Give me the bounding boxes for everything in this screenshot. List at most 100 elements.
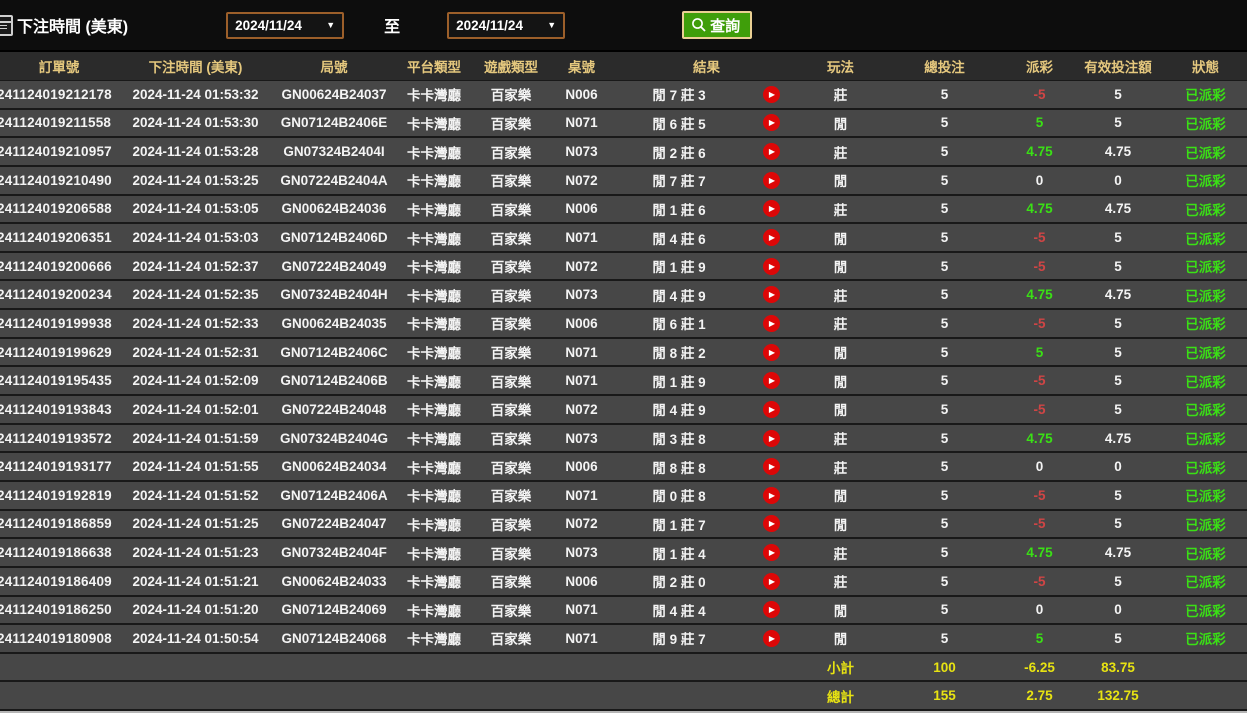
table-row: 241124019195435 2024-11-24 01:52:09 GN07… xyxy=(0,367,1247,396)
round-number: GN07124B2406C xyxy=(273,345,395,360)
bet-time: 2024-11-24 01:52:35 xyxy=(118,287,273,302)
total-bet: 5 xyxy=(882,316,1007,331)
replay-button[interactable]: ▶ xyxy=(744,487,799,504)
table-number: N006 xyxy=(549,87,614,102)
order-number: 241124019193177 xyxy=(0,459,118,474)
play-icon: ▶ xyxy=(763,344,780,361)
game-type: 百家樂 xyxy=(473,428,549,448)
play-type: 閒 xyxy=(799,514,882,534)
replay-button[interactable]: ▶ xyxy=(744,430,799,447)
chevron-down-icon: ▼ xyxy=(326,20,335,30)
play-icon: ▶ xyxy=(763,544,780,561)
round-number: GN07224B24047 xyxy=(273,516,395,531)
replay-button[interactable]: ▶ xyxy=(744,114,799,131)
table-number: N006 xyxy=(549,316,614,331)
replay-button[interactable]: ▶ xyxy=(744,544,799,561)
game-type: 百家樂 xyxy=(473,142,549,162)
status-badge: 已派彩 xyxy=(1164,256,1247,276)
play-icon: ▶ xyxy=(763,430,780,447)
play-type: 莊 xyxy=(799,457,882,477)
replay-button[interactable]: ▶ xyxy=(744,229,799,246)
replay-button[interactable]: ▶ xyxy=(744,515,799,532)
play-icon: ▶ xyxy=(763,515,780,532)
play-type: 莊 xyxy=(799,313,882,333)
platform-type: 卡卡灣廳 xyxy=(395,84,473,104)
result: 閒 1 莊 9 xyxy=(614,256,744,276)
replay-button[interactable]: ▶ xyxy=(744,372,799,389)
order-number: 241124019210957 xyxy=(0,144,118,159)
order-number: 241124019186409 xyxy=(0,574,118,589)
status-badge: 已派彩 xyxy=(1164,84,1247,104)
round-number: GN00624B24034 xyxy=(273,459,395,474)
game-type: 百家樂 xyxy=(473,228,549,248)
replay-button[interactable]: ▶ xyxy=(744,143,799,160)
order-number: 241124019192819 xyxy=(0,488,118,503)
platform-type: 卡卡灣廳 xyxy=(395,428,473,448)
payout: -5 xyxy=(1007,259,1072,274)
bet-time: 2024-11-24 01:51:52 xyxy=(118,488,273,503)
play-type: 莊 xyxy=(799,543,882,563)
date-to-select[interactable]: 2024/11/24 ▼ xyxy=(447,12,565,39)
replay-button[interactable]: ▶ xyxy=(744,86,799,103)
play-type: 莊 xyxy=(799,428,882,448)
replay-button[interactable]: ▶ xyxy=(744,286,799,303)
valid-bet: 4.75 xyxy=(1072,144,1164,159)
total-bet: 5 xyxy=(882,459,1007,474)
grandtotal-row: 總計 155 2.75 132.75 xyxy=(0,682,1247,711)
replay-button[interactable]: ▶ xyxy=(744,344,799,361)
game-type: 百家樂 xyxy=(473,199,549,219)
payout: -5 xyxy=(1007,316,1072,331)
play-type: 閒 xyxy=(799,256,882,276)
search-button[interactable]: 查詢 xyxy=(682,11,752,39)
header-play-type: 玩法 xyxy=(799,56,882,76)
table-number: N006 xyxy=(549,201,614,216)
date-from-select[interactable]: 2024/11/24 ▼ xyxy=(226,12,344,39)
total-bet: 5 xyxy=(882,287,1007,302)
platform-type: 卡卡灣廳 xyxy=(395,313,473,333)
replay-button[interactable]: ▶ xyxy=(744,601,799,618)
play-type: 莊 xyxy=(799,142,882,162)
replay-button[interactable]: ▶ xyxy=(744,200,799,217)
bet-time: 2024-11-24 01:53:30 xyxy=(118,115,273,130)
replay-button[interactable]: ▶ xyxy=(744,458,799,475)
platform-type: 卡卡灣廳 xyxy=(395,485,473,505)
bet-time: 2024-11-24 01:51:25 xyxy=(118,516,273,531)
replay-button[interactable]: ▶ xyxy=(744,258,799,275)
platform-type: 卡卡灣廳 xyxy=(395,514,473,534)
order-number: 241124019206351 xyxy=(0,230,118,245)
replay-button[interactable]: ▶ xyxy=(744,401,799,418)
status-badge: 已派彩 xyxy=(1164,113,1247,133)
valid-bet: 0 xyxy=(1072,602,1164,617)
valid-bet: 5 xyxy=(1072,373,1164,388)
table-row: 241124019186859 2024-11-24 01:51:25 GN07… xyxy=(0,511,1247,540)
replay-button[interactable]: ▶ xyxy=(744,573,799,590)
result: 閒 4 莊 9 xyxy=(614,399,744,419)
valid-bet: 5 xyxy=(1072,516,1164,531)
bet-time: 2024-11-24 01:52:01 xyxy=(118,402,273,417)
table-body: 241124019212178 2024-11-24 01:53:32 GN00… xyxy=(0,81,1247,654)
bet-time: 2024-11-24 01:51:59 xyxy=(118,431,273,446)
play-icon: ▶ xyxy=(763,258,780,275)
play-type: 閒 xyxy=(799,485,882,505)
table-number: N072 xyxy=(549,516,614,531)
valid-bet: 5 xyxy=(1072,631,1164,646)
round-number: GN07124B24069 xyxy=(273,602,395,617)
replay-button[interactable]: ▶ xyxy=(744,172,799,189)
table-row: 241124019180908 2024-11-24 01:50:54 GN07… xyxy=(0,625,1247,654)
table-number: N071 xyxy=(549,345,614,360)
platform-type: 卡卡灣廳 xyxy=(395,170,473,190)
table-number: N072 xyxy=(549,402,614,417)
header-valid-bet: 有效投注額 xyxy=(1072,56,1164,76)
play-icon: ▶ xyxy=(763,372,780,389)
play-icon: ▶ xyxy=(763,601,780,618)
round-number: GN07324B2404H xyxy=(273,287,395,302)
table-number: N072 xyxy=(549,259,614,274)
replay-button[interactable]: ▶ xyxy=(744,315,799,332)
platform-type: 卡卡灣廳 xyxy=(395,371,473,391)
table-number: N071 xyxy=(549,115,614,130)
result: 閒 8 莊 8 xyxy=(614,457,744,477)
table-row: 241124019186250 2024-11-24 01:51:20 GN07… xyxy=(0,597,1247,626)
replay-button[interactable]: ▶ xyxy=(744,630,799,647)
order-number: 241124019186250 xyxy=(0,602,118,617)
payout: -5 xyxy=(1007,87,1072,102)
